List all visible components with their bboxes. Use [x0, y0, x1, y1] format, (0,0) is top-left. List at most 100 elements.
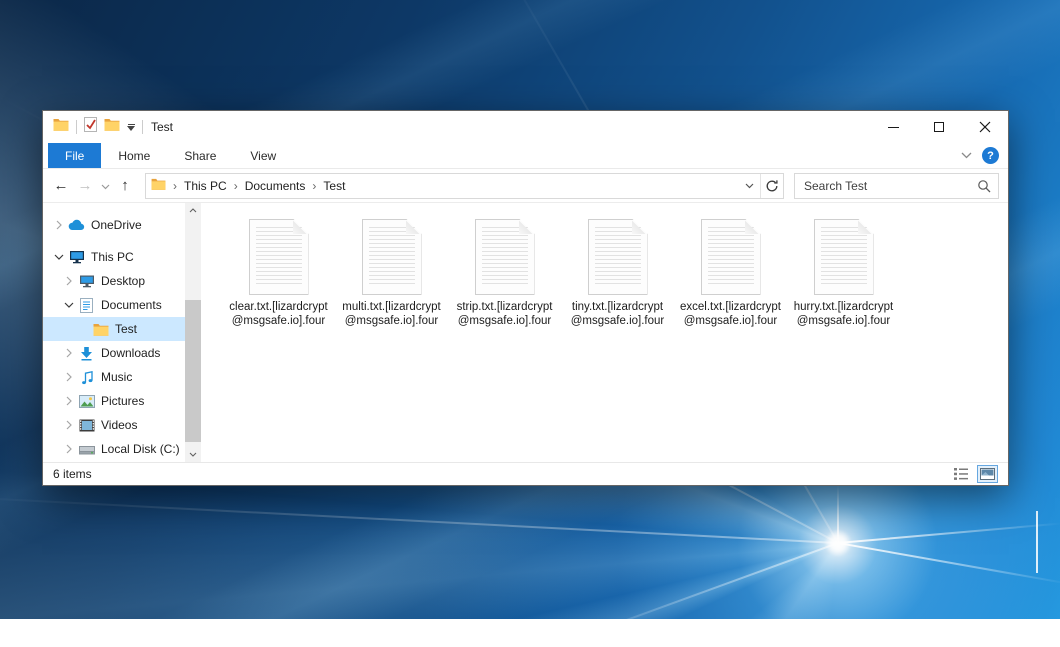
file-item[interactable]: multi.txt.[lizardcrypt@msgsafe.io].four — [335, 211, 448, 328]
folder-icon[interactable] — [104, 118, 120, 136]
breadcrumb-documents[interactable]: Documents — [242, 179, 309, 193]
windows-logo-glow — [824, 529, 852, 557]
customize-toolbar-caret-icon[interactable] — [127, 124, 135, 131]
toolbar-separator — [142, 120, 143, 134]
sidebar-item-downloads[interactable]: Downloads — [43, 341, 201, 365]
quick-access-toolbar — [43, 117, 143, 137]
sidebar-scrollbar[interactable] — [185, 203, 201, 462]
breadcrumb-this-pc[interactable]: This PC — [181, 179, 230, 193]
sidebar-item-videos[interactable]: Videos — [43, 413, 201, 437]
file-item[interactable]: excel.txt.[lizardcrypt@msgsafe.io].four — [674, 211, 787, 328]
sidebar-item-label: Downloads — [101, 346, 160, 360]
refresh-button[interactable] — [761, 174, 783, 198]
minimize-icon — [888, 127, 899, 128]
recent-locations-chevron-icon[interactable] — [97, 177, 113, 195]
tab-file[interactable]: File — [48, 143, 101, 168]
breadcrumb-separator: › — [308, 179, 320, 193]
toolbar-separator — [76, 120, 77, 134]
address-dropdown-button[interactable] — [738, 174, 760, 198]
search-input[interactable] — [795, 179, 977, 193]
breadcrumb-test[interactable]: Test — [320, 179, 348, 193]
sidebar-item-documents[interactable]: Documents — [43, 293, 201, 317]
details-view-button[interactable] — [950, 465, 971, 483]
text-file-icon — [475, 219, 535, 295]
large-icons-view-button[interactable] — [977, 465, 998, 483]
tab-share[interactable]: Share — [167, 143, 233, 168]
navigation-pane: OneDrive This PC Desktop Documents Test — [43, 203, 201, 462]
folder-icon — [92, 323, 109, 336]
text-file-icon — [362, 219, 422, 295]
sidebar-item-label: Music — [101, 370, 132, 384]
chevron-down-icon[interactable] — [53, 254, 65, 260]
breadcrumb-separator: › — [230, 179, 242, 193]
chevron-down-icon — [745, 183, 754, 189]
chevron-right-icon[interactable] — [63, 444, 75, 454]
up-button[interactable]: ↑ — [113, 178, 137, 193]
close-icon — [979, 121, 991, 133]
file-item[interactable]: clear.txt.[lizardcrypt@msgsafe.io].four — [222, 211, 335, 328]
documents-icon — [78, 298, 95, 313]
back-button[interactable]: ← — [49, 178, 73, 193]
folder-icon[interactable] — [53, 118, 69, 136]
chevron-up-icon — [189, 208, 197, 213]
breadcrumb-separator: › — [169, 179, 181, 193]
folder-icon — [151, 177, 166, 195]
page-fold — [406, 220, 420, 234]
chevron-right-icon[interactable] — [63, 372, 75, 382]
chevron-right-icon[interactable] — [53, 220, 65, 230]
forward-button[interactable]: → — [73, 178, 97, 193]
navigation-toolbar: ← → ↑ › This PC › Documents › Test — [43, 169, 1008, 203]
tab-view[interactable]: View — [233, 143, 293, 168]
minimize-button[interactable] — [870, 111, 916, 143]
pictures-icon — [78, 395, 95, 408]
sidebar-item-local-disk-c[interactable]: Local Disk (C:) — [43, 437, 201, 461]
chevron-right-icon[interactable] — [63, 420, 75, 430]
file-item[interactable]: hurry.txt.[lizardcrypt@msgsafe.io].four — [787, 211, 900, 328]
sidebar-item-music[interactable]: Music — [43, 365, 201, 389]
address-bar[interactable]: › This PC › Documents › Test — [145, 173, 784, 199]
file-explorer-window: Test File Home Share View ? ← → ↑ — [42, 110, 1009, 486]
refresh-icon — [765, 179, 779, 193]
videos-icon — [78, 419, 95, 432]
scroll-down-button[interactable] — [185, 447, 201, 462]
scroll-up-button[interactable] — [185, 203, 201, 218]
sidebar-item-this-pc[interactable]: This PC — [43, 245, 201, 269]
file-item[interactable]: tiny.txt.[lizardcrypt@msgsafe.io].four — [561, 211, 674, 328]
sidebar-item-pictures[interactable]: Pictures — [43, 389, 201, 413]
sidebar-item-desktop[interactable]: Desktop — [43, 269, 201, 293]
view-toggles — [950, 465, 998, 483]
ribbon-tabs: File Home Share View ? — [43, 143, 1008, 169]
scrollbar-thumb[interactable] — [185, 300, 201, 442]
text-file-icon — [249, 219, 309, 295]
items-count: 6 items — [53, 467, 92, 481]
search-icon[interactable] — [977, 179, 998, 193]
maximize-button[interactable] — [916, 111, 962, 143]
file-name: tiny.txt.[lizardcrypt@msgsafe.io].four — [567, 300, 668, 328]
text-file-icon — [701, 219, 761, 295]
chevron-right-icon[interactable] — [63, 348, 75, 358]
disk-icon — [78, 444, 95, 455]
chevron-down-icon[interactable] — [63, 302, 75, 308]
search-box — [794, 173, 999, 199]
expand-ribbon-chevron-icon[interactable] — [961, 152, 972, 159]
large-icons-view-icon — [980, 468, 995, 480]
sidebar-item-onedrive[interactable]: OneDrive — [43, 213, 201, 237]
downloads-icon — [78, 346, 95, 361]
onedrive-cloud-icon — [68, 219, 85, 231]
sidebar-item-test[interactable]: Test — [43, 317, 201, 341]
sidebar-item-label: Documents — [101, 298, 162, 312]
window-controls — [870, 111, 1008, 143]
file-name: excel.txt.[lizardcrypt@msgsafe.io].four — [680, 300, 781, 328]
sidebar-item-label: Local Disk (C:) — [101, 442, 180, 456]
file-name: multi.txt.[lizardcrypt@msgsafe.io].four — [341, 300, 442, 328]
checkmark-document-icon[interactable] — [84, 117, 97, 137]
sidebar-item-label: Desktop — [101, 274, 145, 288]
chevron-right-icon[interactable] — [63, 276, 75, 286]
file-name: hurry.txt.[lizardcrypt@msgsafe.io].four — [793, 300, 894, 328]
help-button[interactable]: ? — [982, 147, 999, 164]
file-item[interactable]: strip.txt.[lizardcrypt@msgsafe.io].four — [448, 211, 561, 328]
tab-home[interactable]: Home — [101, 143, 167, 168]
close-button[interactable] — [962, 111, 1008, 143]
text-file-icon — [588, 219, 648, 295]
chevron-right-icon[interactable] — [63, 396, 75, 406]
